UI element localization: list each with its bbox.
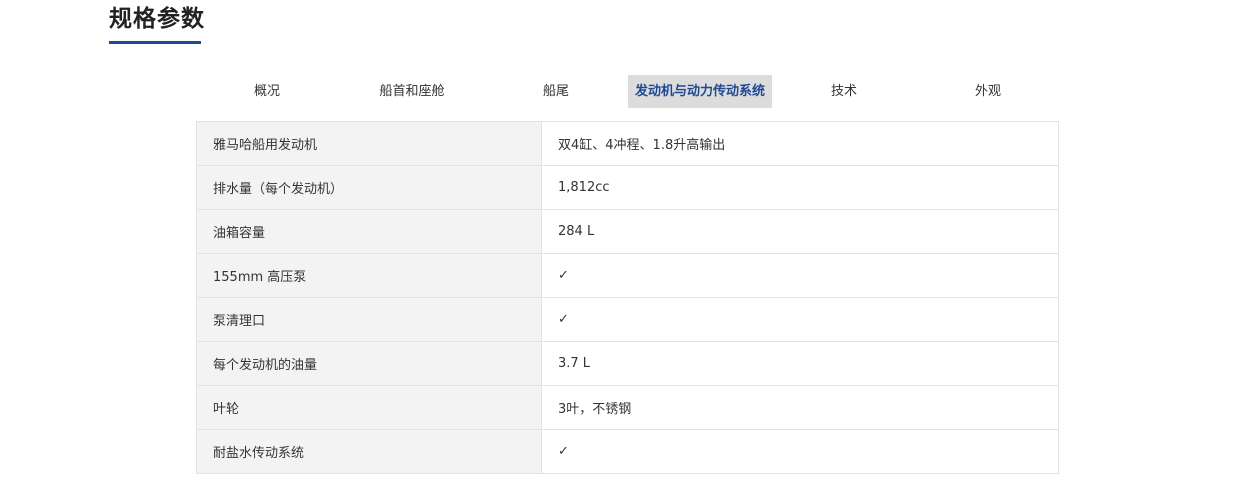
- spec-label: 油箱容量: [196, 209, 542, 254]
- spec-label: 155mm 高压泵: [196, 253, 542, 298]
- table-row: 油箱容量 284 L: [196, 209, 1059, 254]
- page-title: 规格参数: [109, 6, 205, 32]
- tab-overview[interactable]: 概况: [237, 75, 297, 108]
- table-row: 155mm 高压泵 ✓: [196, 253, 1059, 298]
- tab-stern[interactable]: 船尾: [526, 75, 586, 108]
- table-row: 泵清理口 ✓: [196, 297, 1059, 342]
- spec-table: 雅马哈船用发动机 双4缸、4冲程、1.8升高输出 排水量（每个发动机） 1,81…: [196, 121, 1059, 474]
- table-row: 排水量（每个发动机） 1,812cc: [196, 165, 1059, 210]
- table-row: 雅马哈船用发动机 双4缸、4冲程、1.8升高输出: [196, 121, 1059, 166]
- table-row: 每个发动机的油量 3.7 L: [196, 341, 1059, 386]
- spec-label: 每个发动机的油量: [196, 341, 542, 386]
- spec-value: 1,812cc: [541, 165, 1059, 210]
- spec-label: 雅马哈船用发动机: [196, 121, 542, 166]
- spec-label: 泵清理口: [196, 297, 542, 342]
- spec-tabs: 概况 船首和座舱 船尾 发动机与动力传动系统 技术 外观: [197, 75, 1059, 108]
- spec-value: 284 L: [541, 209, 1059, 254]
- table-row: 叶轮 3叶，不锈钢: [196, 385, 1059, 430]
- tab-bow-cockpit[interactable]: 船首和座舱: [362, 75, 462, 108]
- spec-label: 排水量（每个发动机）: [196, 165, 542, 210]
- title-underline: [109, 41, 201, 44]
- tab-engine-drivetrain[interactable]: 发动机与动力传动系统: [628, 75, 772, 108]
- check-icon: ✓: [541, 253, 1059, 298]
- table-row: 耐盐水传动系统 ✓: [196, 429, 1059, 474]
- section-header: 规格参数: [109, 4, 205, 44]
- tab-technology[interactable]: 技术: [814, 75, 874, 108]
- spec-label: 耐盐水传动系统: [196, 429, 542, 474]
- spec-value: 双4缸、4冲程、1.8升高输出: [541, 121, 1059, 166]
- spec-value: 3叶，不锈钢: [541, 385, 1059, 430]
- check-icon: ✓: [541, 297, 1059, 342]
- tab-exterior[interactable]: 外观: [958, 75, 1018, 108]
- spec-label: 叶轮: [196, 385, 542, 430]
- check-icon: ✓: [541, 429, 1059, 474]
- spec-value: 3.7 L: [541, 341, 1059, 386]
